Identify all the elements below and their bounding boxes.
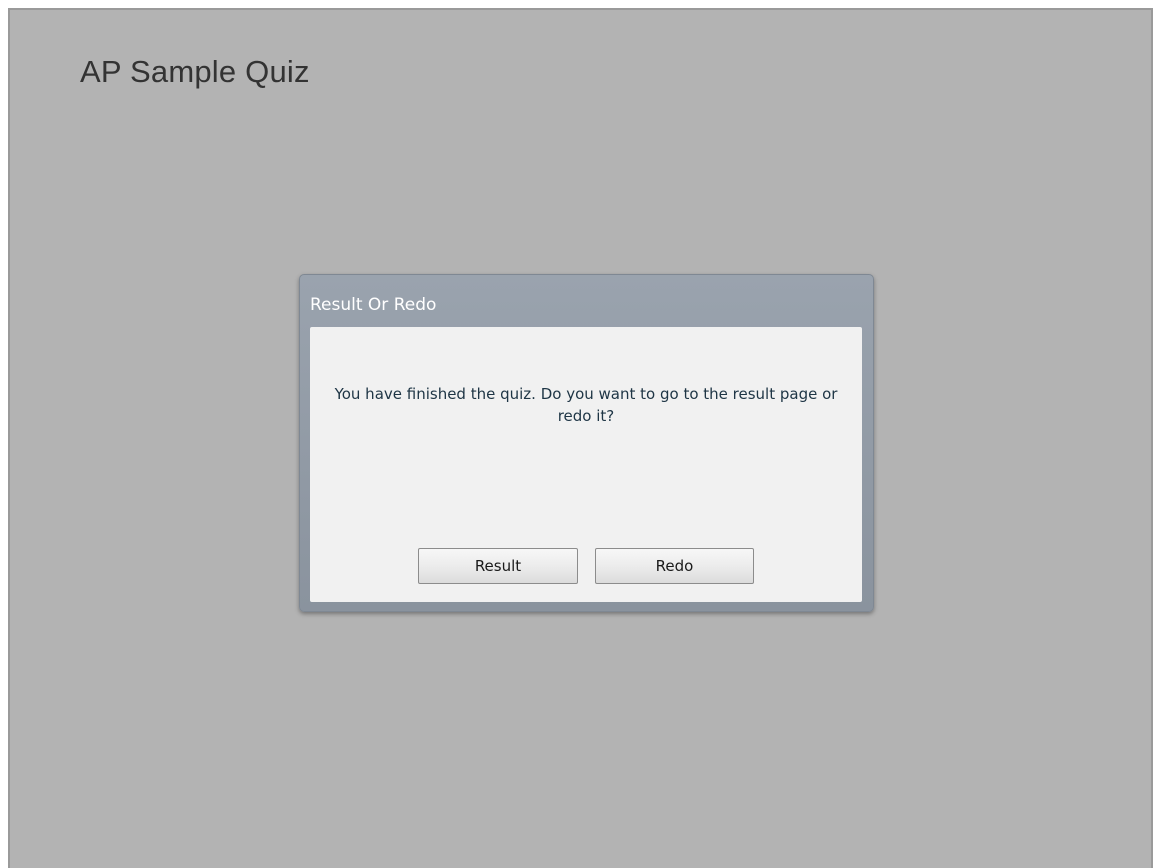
page-title: AP Sample Quiz (80, 54, 310, 89)
dialog-message: You have finished the quiz. Do you want … (334, 385, 838, 425)
result-button[interactable]: Result (418, 548, 578, 584)
dialog-body: You have finished the quiz. Do you want … (310, 327, 862, 602)
redo-button[interactable]: Redo (595, 548, 754, 584)
dialog-title: Result Or Redo (310, 295, 437, 315)
result-or-redo-dialog: Result Or Redo You have finished the qui… (299, 274, 874, 612)
quiz-stage: AP Sample Quiz Result Or Redo You have f… (8, 8, 1153, 868)
